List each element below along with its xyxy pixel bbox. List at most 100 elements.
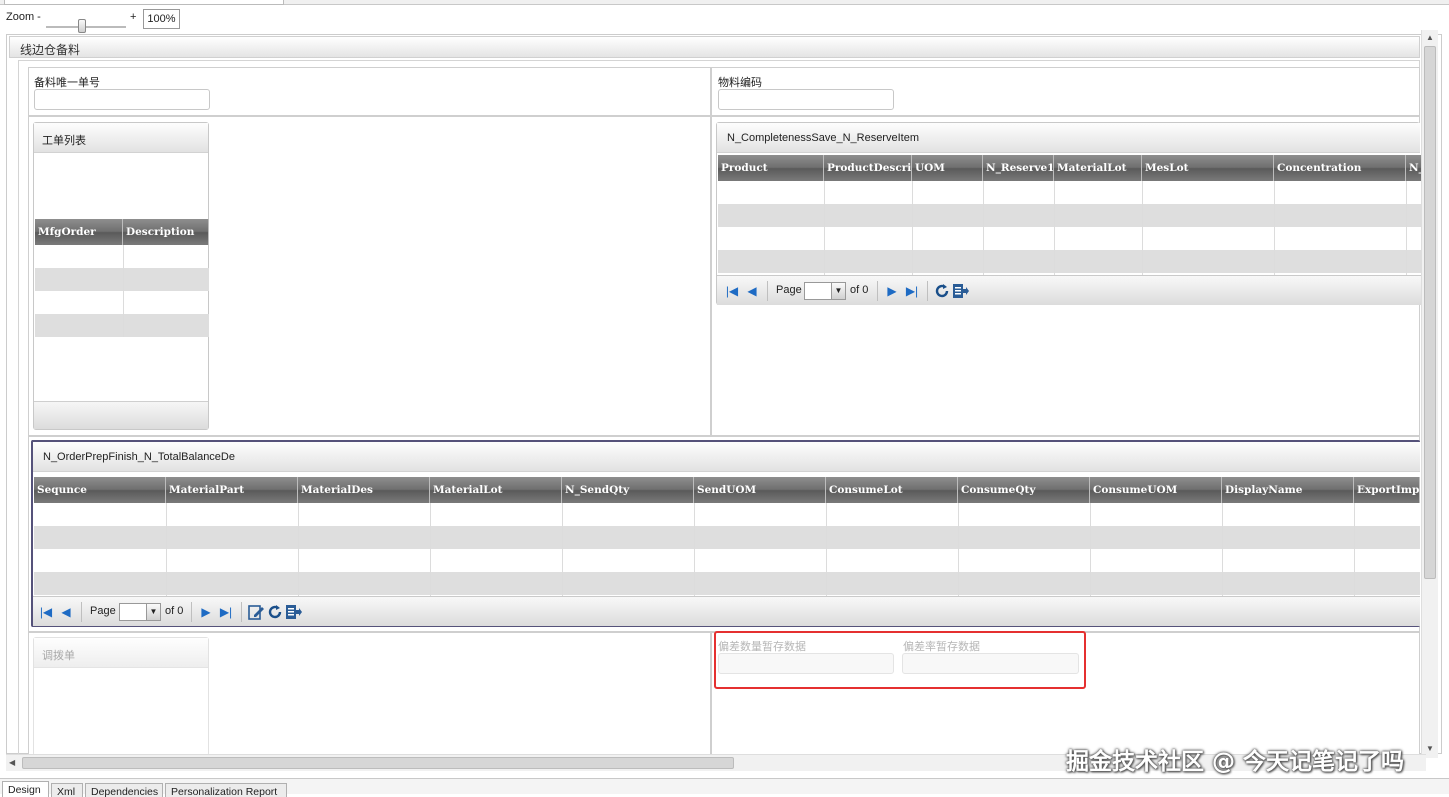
grid-divider <box>1222 503 1223 597</box>
export-icon[interactable] <box>951 282 969 300</box>
transfer-panel: 调拨单 <box>33 637 209 756</box>
grid-divider <box>430 503 431 597</box>
form-title: 线边仓备料 <box>20 43 81 57</box>
column-material-lot[interactable]: MaterialLot <box>1054 155 1142 181</box>
grid-divider <box>912 181 913 275</box>
first-page-icon[interactable]: |◀ <box>725 284 739 298</box>
pager-separator <box>877 281 878 301</box>
reserve-pager: |◀ ◀ Page ▼ of 0 ▶ ▶| <box>717 275 1421 305</box>
document-tab[interactable] <box>4 0 284 5</box>
table-row[interactable] <box>34 549 1420 572</box>
scroll-down-icon[interactable]: ▼ <box>1425 744 1435 754</box>
form-header: 线边仓备料 <box>9 36 1420 58</box>
zoom-slider-thumb[interactable] <box>78 19 86 33</box>
prep-unique-no-input[interactable] <box>34 89 210 110</box>
prep-no-cell: 备料唯一单号 <box>28 67 711 116</box>
highlight-box <box>714 631 1086 689</box>
column-material-des[interactable]: MaterialDes <box>298 477 430 503</box>
zoom-slider-track[interactable] <box>46 26 126 28</box>
bottom-tab-bar: Design Xml Dependencies Personalization … <box>0 778 1449 797</box>
last-page-icon[interactable]: ▶| <box>219 605 233 619</box>
grid-divider <box>1274 181 1275 275</box>
zoom-value-input[interactable]: 100% <box>143 9 180 29</box>
reserve-panel: N_CompletenessSave_N_ReserveItem Product… <box>716 122 1421 305</box>
column-export-import[interactable]: ExportImpo <box>1354 477 1420 503</box>
pager-separator <box>241 602 242 622</box>
column-concentration[interactable]: Concentration <box>1274 155 1406 181</box>
watermark-text: 掘金技术社区 @ 今天记笔记了吗 <box>1066 749 1405 775</box>
column-uom[interactable]: UOM <box>912 155 983 181</box>
material-code-cell: 物料编码 <box>711 67 1420 116</box>
prev-page-icon[interactable]: ◀ <box>59 605 73 619</box>
vertical-scroll-thumb[interactable] <box>1424 46 1436 579</box>
scroll-left-icon[interactable]: ◀ <box>9 758 15 767</box>
page-label: Page <box>776 284 802 296</box>
horizontal-scroll-thumb[interactable] <box>22 757 734 769</box>
transfer-panel-title: 调拨单 <box>42 650 75 662</box>
zoom-plus-label: + <box>130 11 137 23</box>
next-page-icon[interactable]: ▶ <box>885 284 899 298</box>
vertical-scrollbar[interactable]: ▲ ▼ <box>1421 30 1438 758</box>
grid-divider <box>1142 181 1143 275</box>
column-product[interactable]: Product <box>718 155 824 181</box>
first-page-icon[interactable]: |◀ <box>39 605 53 619</box>
table-row[interactable] <box>35 268 209 291</box>
balance-panel-header: N_OrderPrepFinish_N_TotalBalanceDe <box>33 442 1420 472</box>
column-n-truncated[interactable]: N_ <box>1406 155 1421 181</box>
edit-icon[interactable] <box>247 603 265 621</box>
chevron-down-icon[interactable]: ▼ <box>831 283 845 299</box>
reserve-grid-header: Product ProductDescripti UOM N_Reserve1 … <box>718 155 1421 181</box>
column-n-send-qty[interactable]: N_SendQty <box>562 477 694 503</box>
prev-page-icon[interactable]: ◀ <box>745 284 759 298</box>
column-product-description[interactable]: ProductDescripti <box>824 155 912 181</box>
scroll-up-icon[interactable]: ▲ <box>1425 33 1435 43</box>
page-select[interactable]: ▼ <box>119 603 161 621</box>
table-row[interactable] <box>35 245 209 268</box>
grid-divider <box>824 181 825 275</box>
table-row[interactable] <box>35 291 209 314</box>
page-count-label: of 0 <box>165 605 184 617</box>
work-order-panel-header: 工单列表 <box>34 123 208 153</box>
column-consume-lot[interactable]: ConsumeLot <box>826 477 958 503</box>
column-material-part[interactable]: MaterialPart <box>166 477 298 503</box>
column-material-lot[interactable]: MaterialLot <box>430 477 562 503</box>
grid-divider <box>1406 181 1407 275</box>
table-row[interactable] <box>34 503 1420 526</box>
tab-personalization-report[interactable]: Personalization Report <box>165 783 287 797</box>
grid-divider <box>958 503 959 597</box>
balance-panel-title: N_OrderPrepFinish_N_TotalBalanceDe <box>43 451 235 463</box>
page-count-label: of 0 <box>850 284 869 296</box>
column-description[interactable]: Description <box>123 219 209 245</box>
last-page-icon[interactable]: ▶| <box>905 284 919 298</box>
next-page-icon[interactable]: ▶ <box>199 605 213 619</box>
column-display-name[interactable]: DisplayName <box>1222 477 1354 503</box>
page-select[interactable]: ▼ <box>804 282 846 300</box>
column-mes-lot[interactable]: MesLot <box>1142 155 1274 181</box>
grid-divider <box>166 503 167 597</box>
refresh-icon[interactable] <box>266 603 284 621</box>
column-sequnce[interactable]: Sequnce <box>34 477 166 503</box>
grid-divider <box>1054 181 1055 275</box>
export-icon[interactable] <box>284 603 302 621</box>
column-consume-uom[interactable]: ConsumeUOM <box>1090 477 1222 503</box>
work-order-panel-footer <box>34 401 208 429</box>
column-n-reserve1[interactable]: N_Reserve1 <box>983 155 1054 181</box>
grid-divider <box>123 245 124 337</box>
column-mfgorder[interactable]: MfgOrder <box>35 219 123 245</box>
refresh-icon[interactable] <box>933 282 951 300</box>
table-row[interactable] <box>35 314 209 337</box>
balance-grid: Sequnce MaterialPart MaterialDes Materia… <box>34 477 1420 597</box>
pager-separator <box>191 602 192 622</box>
transfer-panel-header: 调拨单 <box>34 638 208 668</box>
tab-design[interactable]: Design <box>2 781 49 797</box>
tab-dependencies[interactable]: Dependencies <box>85 783 163 797</box>
reserve-panel-header: N_CompletenessSave_N_ReserveItem <box>717 123 1420 153</box>
material-code-input[interactable] <box>718 89 894 110</box>
chevron-down-icon[interactable]: ▼ <box>146 604 160 620</box>
table-row[interactable] <box>34 572 1420 595</box>
tab-xml[interactable]: Xml <box>51 783 83 797</box>
column-send-uom[interactable]: SendUOM <box>694 477 826 503</box>
column-consume-qty[interactable]: ConsumeQty <box>958 477 1090 503</box>
zoom-control: Zoom - + <box>0 8 400 33</box>
table-row[interactable] <box>34 526 1420 549</box>
